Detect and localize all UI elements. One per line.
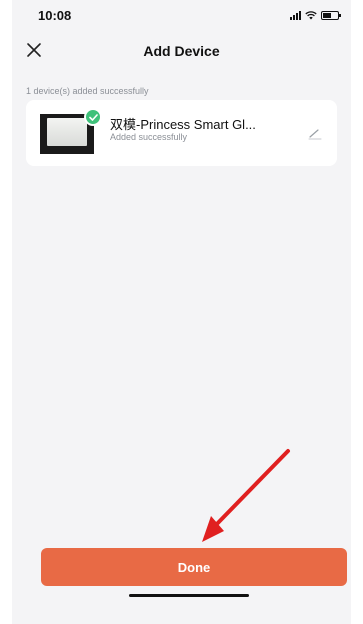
status-time: 10:08 <box>38 8 72 23</box>
page-title: Add Device <box>143 43 220 59</box>
device-card[interactable]: 双模-Princess Smart Gl... Added successful… <box>26 100 337 166</box>
app-screen: 10:08 Add Device 1 device(s) added succe… <box>12 0 351 624</box>
wifi-icon <box>305 11 317 20</box>
check-circle-icon <box>84 108 102 126</box>
battery-icon <box>321 11 341 20</box>
success-count-label: 1 device(s) added successfully <box>26 86 149 96</box>
edit-pencil-icon[interactable] <box>307 125 323 141</box>
cellular-signal-icon <box>290 11 301 20</box>
device-image <box>47 118 87 146</box>
done-button[interactable]: Done <box>41 548 347 586</box>
status-icons <box>290 11 341 20</box>
header: Add Device <box>12 38 351 64</box>
status-bar: 10:08 <box>12 0 351 28</box>
device-status: Added successfully <box>110 132 188 142</box>
battery-fill <box>323 13 331 18</box>
home-indicator <box>129 594 249 597</box>
device-name: 双模-Princess Smart Gl... <box>110 117 256 132</box>
